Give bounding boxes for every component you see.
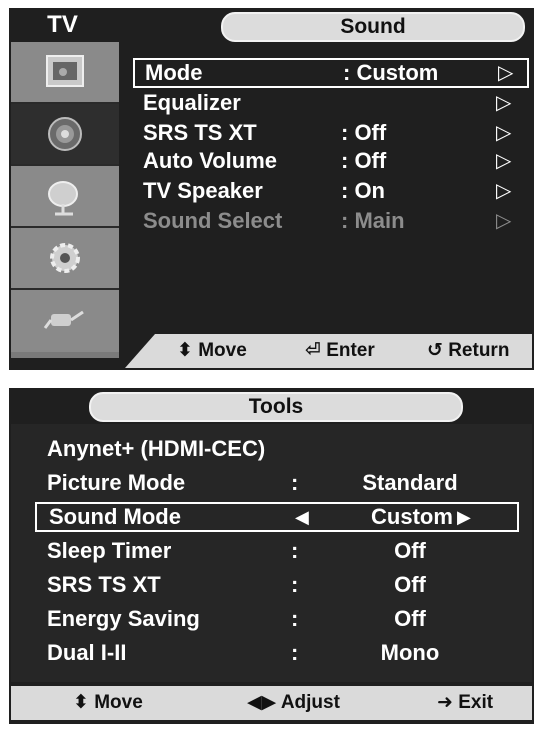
move-label: Move	[198, 340, 247, 361]
menu-item-label: Auto Volume	[143, 148, 278, 173]
return-label: Return	[448, 340, 510, 361]
tools-item-label: Sleep Timer	[47, 538, 172, 563]
tools-item-label: Anynet+ (HDMI-CEC)	[47, 436, 266, 461]
menu-item-srs-ts-xt[interactable]: SRS TS XT : Off ▷	[133, 118, 529, 148]
tools-item-label: Energy Saving	[47, 606, 200, 631]
tools-item-dual-i-ii[interactable]: Dual I-II : Mono	[35, 638, 519, 668]
menu-item-equalizer[interactable]: Equalizer ▷	[133, 88, 529, 118]
tools-item-value: Standard	[362, 470, 458, 495]
tools-item-anynet[interactable]: Anynet+ (HDMI-CEC)	[35, 434, 519, 464]
sound-menu-list: Mode : Custom ▷ Equalizer ▷ SRS TS XT : …	[119, 42, 534, 334]
tools-item-energy-saving[interactable]: Energy Saving : Off	[35, 604, 519, 634]
tv-label: TV	[47, 11, 78, 38]
menu-item-label: SRS TS XT	[143, 120, 257, 145]
tools-item-label: Sound Mode	[49, 504, 181, 529]
tools-menu-panel: Tools Anynet+ (HDMI-CEC) Picture Mode : …	[9, 388, 534, 724]
menu-item-label: Sound Select	[143, 208, 283, 233]
enter-hint: ⏎ Enter	[305, 334, 375, 368]
adjust-label: Adjust	[280, 692, 340, 713]
menu-item-value: : Main	[341, 208, 405, 233]
submenu-arrow-icon: ▷	[496, 150, 512, 172]
submenu-arrow-icon: ▷	[496, 122, 512, 144]
adjust-right-icon[interactable]: ▶	[457, 502, 471, 532]
sidebar	[11, 42, 119, 358]
menu-item-value: : Off	[341, 120, 387, 145]
tools-item-srs-ts-xt[interactable]: SRS TS XT : Off	[35, 570, 519, 600]
menu-item-value: : Custom	[343, 60, 439, 85]
setup-icon	[50, 243, 80, 273]
enter-label: Enter	[326, 340, 375, 361]
return-icon: ↺	[427, 340, 443, 361]
tools-item-sound-mode[interactable]: Sound Mode ◀ Custom ▶	[35, 502, 519, 532]
menu-item-label: TV Speaker	[143, 178, 263, 203]
tools-item-value: Off	[394, 606, 426, 631]
tools-item-colon: :	[291, 572, 299, 597]
submenu-arrow-icon: ▷	[498, 62, 514, 84]
sidebar-item-input[interactable]	[11, 290, 119, 352]
tools-item-colon: :	[291, 470, 299, 495]
menu-title: Sound	[340, 15, 406, 38]
input-icon	[43, 310, 84, 329]
submenu-arrow-icon: ▷	[496, 180, 512, 202]
tools-item-label: Picture Mode	[47, 470, 186, 495]
move-hint: ⬍ Move	[177, 334, 247, 368]
sidebar-item-setup[interactable]	[11, 228, 119, 290]
sound-icon	[48, 117, 82, 151]
move-hint: ⬍ Move	[73, 686, 143, 720]
sidebar-item-channel[interactable]	[11, 166, 119, 228]
tools-item-sleep-timer[interactable]: Sleep Timer : Off	[35, 536, 519, 566]
tools-item-label: SRS TS XT	[47, 572, 161, 597]
exit-label: Exit	[458, 692, 494, 713]
return-hint: ↺ Return	[427, 334, 509, 368]
sidebar-item-sound[interactable]	[11, 104, 119, 166]
menu-item-value: : On	[341, 178, 385, 203]
tools-hint-bar: ⬍ Move ◀▶ Adjust ➜ Exit	[11, 686, 532, 720]
enter-icon: ⏎	[305, 340, 321, 361]
menu-item-label: Equalizer	[143, 90, 241, 115]
picture-icon	[46, 55, 84, 87]
tools-list: Anynet+ (HDMI-CEC) Picture Mode : Standa…	[11, 424, 532, 682]
tools-title: Tools	[248, 395, 304, 418]
menu-item-auto-volume[interactable]: Auto Volume : Off ▷	[133, 146, 529, 176]
tools-item-colon: :	[291, 538, 299, 563]
menu-item-value: : Off	[341, 148, 387, 173]
sound-menu-panel: TV Sound Mode: Custom ▷ Equalizer ▷ SRS…	[9, 8, 534, 370]
sidebar-item-picture[interactable]	[11, 42, 119, 104]
move-label: Move	[94, 692, 143, 713]
menu-title-pill: Sound	[221, 12, 525, 42]
exit-hint: ➜ Exit	[437, 686, 493, 720]
menu-item-label: Mode	[145, 60, 203, 85]
tools-item-value: Off	[394, 572, 426, 597]
tools-title-pill: Tools	[89, 392, 463, 422]
channel-icon	[48, 181, 78, 216]
menu-item-mode[interactable]: Mode : Custom ▷	[133, 58, 529, 88]
tools-item-label: Dual I-II	[47, 640, 127, 665]
menu-item-sound-select: Sound Select : Main ▷	[133, 206, 529, 236]
move-icon: ⬍	[73, 692, 89, 713]
exit-icon: ➜	[437, 692, 453, 713]
adjust-icon: ◀▶	[247, 692, 277, 713]
tools-item-colon: :	[291, 606, 299, 631]
tools-item-colon: :	[291, 640, 299, 665]
submenu-arrow-icon: ▷	[496, 210, 512, 232]
submenu-arrow-icon: ▷	[496, 92, 512, 114]
navigation-hint-bar: ⬍ Move ⏎ Enter ↺ Return	[125, 334, 532, 368]
tools-item-value: Custom	[371, 504, 453, 529]
tools-item-picture-mode[interactable]: Picture Mode : Standard	[35, 468, 519, 498]
tools-item-value: Mono	[380, 640, 440, 665]
tools-item-value: Off	[394, 538, 426, 563]
move-icon: ⬍	[177, 340, 193, 361]
menu-item-tv-speaker[interactable]: TV Speaker : On ▷	[133, 176, 529, 206]
adjust-left-icon[interactable]: ◀	[295, 502, 309, 532]
adjust-hint: ◀▶ Adjust	[247, 686, 340, 720]
